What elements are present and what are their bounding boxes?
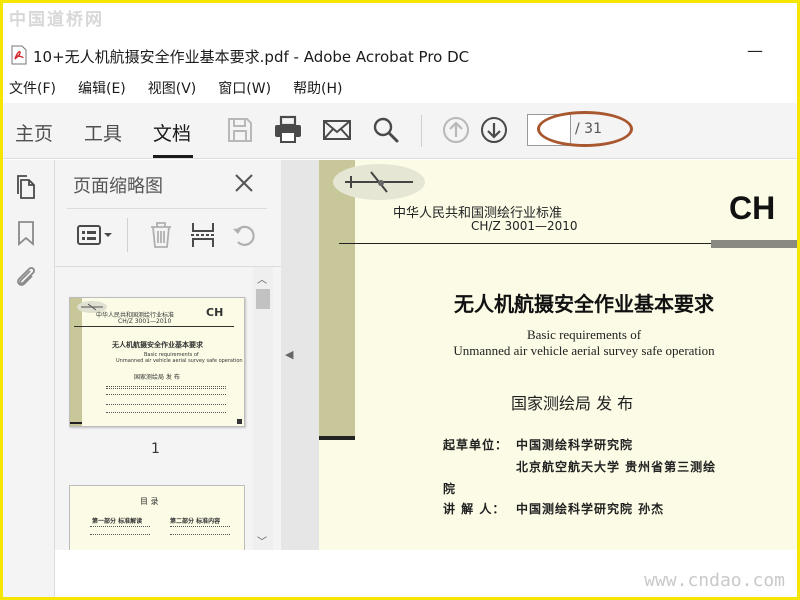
page-counter-highlight-circle: [537, 111, 633, 147]
page-thumbnails-icon[interactable]: [13, 174, 39, 200]
thumbnail-text: 国家测绘局 发 布: [134, 374, 180, 381]
document-title: 无人机航摄安全作业基本要求: [454, 292, 714, 316]
drafting-unit-2: 北京航空航天大学 贵州省第三测绘: [516, 460, 717, 474]
thumbnail-list: 中华人民共和国测绘行业标准 CH/Z 3001—2010 CH 无人机航摄安全作…: [55, 267, 253, 550]
extract-pages-icon[interactable]: [189, 220, 217, 250]
document-publisher: 国家测绘局 发 布: [511, 394, 634, 413]
scroll-up-icon[interactable]: ︿: [257, 271, 267, 286]
drafting-unit-1: 中国测绘科学研究院: [516, 438, 634, 452]
aircraft-logo: [333, 164, 425, 200]
header-rule-accent: [711, 240, 797, 248]
thumbnail-text: 无人机航摄安全作业基本要求: [112, 341, 203, 349]
menu-bar: 文件(F) 编辑(E) 视图(V) 窗口(W) 帮助(H): [3, 75, 359, 99]
drafting-unit-3: 院: [443, 482, 457, 496]
title-bar: 10+无人机航摄安全作业基本要求.pdf - Adobe Acrobat Pro…: [3, 41, 797, 71]
search-icon[interactable]: [371, 115, 401, 145]
bookmark-icon[interactable]: [13, 220, 39, 246]
tab-document[interactable]: 文档: [153, 119, 191, 146]
page-up-icon[interactable]: [441, 115, 471, 145]
minimize-button[interactable]: —: [747, 41, 763, 60]
scrollbar-thumb[interactable]: [256, 289, 270, 309]
page-thumbnail-2[interactable]: 目 录 第一部分 标准解读 第二部分 标准内容: [69, 485, 245, 550]
document-code: CH/Z 3001—2010: [471, 219, 578, 233]
document-title-english-1: Basic requirements of: [526, 327, 642, 342]
menu-view[interactable]: 视图(V): [142, 75, 213, 99]
toolbar: 主页 工具 文档 / 31: [3, 103, 797, 159]
scroll-down-icon[interactable]: ﹀: [257, 533, 267, 548]
tab-tools[interactable]: 工具: [84, 119, 122, 146]
menu-file[interactable]: 文件(F): [3, 75, 72, 99]
collapse-arrow-icon[interactable]: ◀: [285, 348, 293, 361]
panel-divider: [67, 208, 267, 209]
attachment-icon[interactable]: [13, 264, 39, 290]
thumbnails-panel: 页面缩略图 中华人民共和国测绘行业标准 CH/Z 3001—2010 CH 无人…: [55, 160, 281, 550]
drafting-label: 起草单位：: [443, 438, 509, 452]
thumbnail-text: CH/Z 3001—2010: [118, 318, 172, 325]
panel-collapse-bar[interactable]: ◀: [281, 160, 319, 550]
email-icon[interactable]: [322, 115, 352, 145]
print-icon[interactable]: [273, 115, 303, 145]
delete-icon[interactable]: [147, 220, 175, 250]
menu-help[interactable]: 帮助(H): [287, 75, 358, 99]
header-rule: [339, 243, 719, 244]
thumbnail-text: CH: [206, 306, 224, 319]
menu-window[interactable]: 窗口(W): [212, 75, 287, 99]
active-tab-indicator: [153, 155, 193, 158]
watermark-bottom: www.cndao.com: [644, 570, 785, 591]
thumbnail-text: 第二部分 标准内容: [170, 518, 221, 525]
thumbnail-page-number: 1: [151, 441, 160, 457]
navigation-rail: [3, 160, 55, 597]
speaker-name: 中国测绘科学研究院 孙杰: [516, 502, 665, 516]
thumbnail-scrollbar[interactable]: ︿ ﹀: [253, 267, 273, 550]
toolbar-separator: [421, 115, 422, 147]
document-view[interactable]: 中华人民共和国测绘行业标准 CH/Z 3001—2010 CH 无人机航摄安全作…: [319, 160, 797, 550]
page-down-icon[interactable]: [479, 115, 509, 145]
document-series-mark: CH: [729, 190, 776, 226]
save-icon[interactable]: [225, 115, 255, 145]
document-title-english-2: Unmanned air vehicle aerial survey safe …: [453, 343, 715, 358]
thumbnail-text: Unmanned air vehicle aerial survey safe …: [116, 358, 243, 364]
options-menu-icon[interactable]: [75, 220, 115, 250]
panel-tool-separator: [127, 218, 128, 252]
window-title: 10+无人机航摄安全作业基本要求.pdf - Adobe Acrobat Pro…: [33, 48, 470, 66]
screenshot-frame: 中国道桥网 10+无人机航摄安全作业基本要求.pdf - Adobe Acrob…: [0, 0, 800, 600]
watermark-top: 中国道桥网: [9, 10, 104, 30]
page-side-band-end: [319, 436, 355, 440]
rotate-icon[interactable]: [231, 220, 259, 250]
panel-title: 页面缩略图: [73, 176, 163, 197]
page-thumbnail-1[interactable]: 中华人民共和国测绘行业标准 CH/Z 3001—2010 CH 无人机航摄安全作…: [69, 297, 245, 427]
pdf-file-icon: [11, 45, 27, 65]
tab-home[interactable]: 主页: [15, 119, 53, 146]
speaker-label: 讲 解 人：: [443, 502, 506, 516]
thumbnail-text: 第一部分 标准解读: [92, 518, 143, 525]
close-icon[interactable]: [233, 172, 255, 194]
menu-edit[interactable]: 编辑(E): [72, 75, 142, 99]
thumbnail-text: 目 录: [140, 497, 159, 506]
